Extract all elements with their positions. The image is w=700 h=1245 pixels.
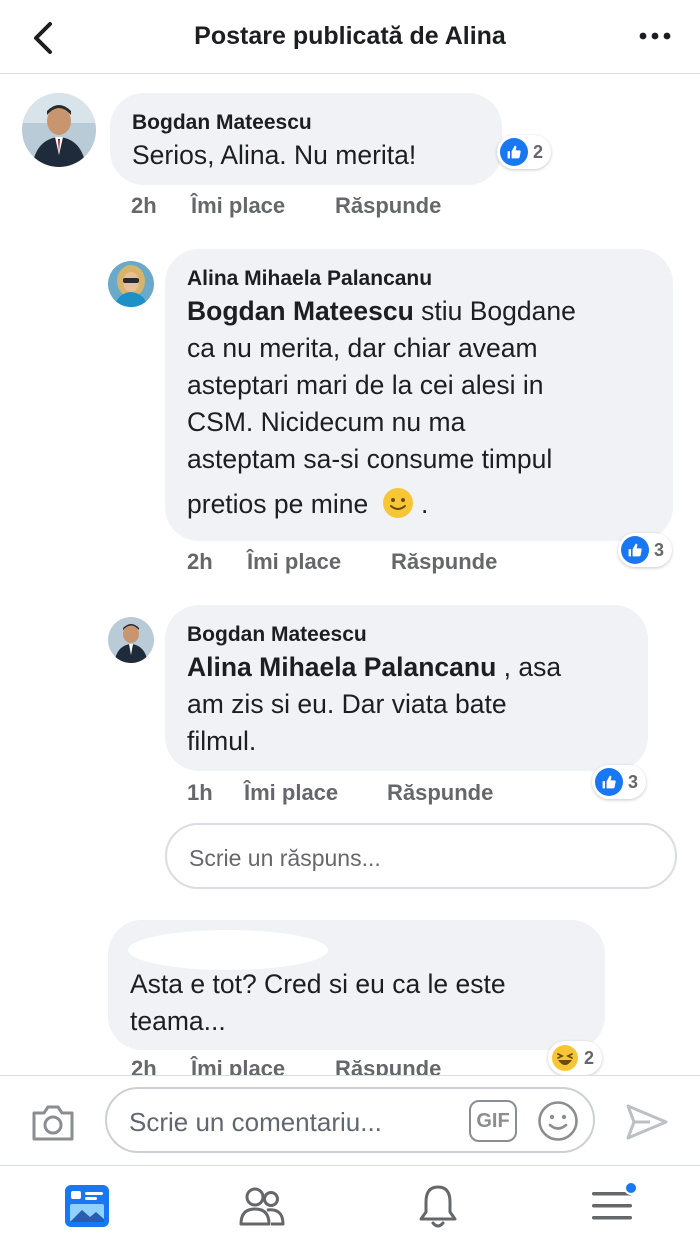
reaction-badge[interactable]: 3 — [618, 533, 673, 567]
reply-link[interactable]: Răspunde — [391, 549, 497, 575]
comment-actions: 2h Îmi place Răspunde — [131, 1056, 531, 1075]
comment-time: 1h — [187, 780, 213, 805]
reaction-count: 2 — [584, 1047, 595, 1068]
smile-emoji-icon — [382, 488, 413, 518]
like-link[interactable]: Îmi place — [191, 193, 285, 219]
reply-placeholder: Scrie un răspuns... — [189, 845, 381, 871]
comment-actions: 2h Îmi place Răspunde — [131, 193, 531, 223]
like-link[interactable]: Îmi place — [244, 780, 338, 806]
reaction-count: 2 — [533, 141, 544, 162]
comment-placeholder: Scrie un comentariu... — [129, 1107, 382, 1137]
like-link[interactable]: Îmi place — [247, 549, 341, 575]
comment-composer: Scrie un comentariu... GIF — [0, 1075, 700, 1165]
send-icon[interactable] — [624, 1102, 670, 1142]
redacted-author — [128, 930, 328, 970]
comment-bubble: Bogdan Mateescu Serios, Alina. Nu merita… — [110, 93, 502, 185]
comment-time: 2h — [187, 549, 213, 574]
top-bar: Postare publicată de Alina — [0, 0, 700, 74]
comments-feed[interactable]: Bogdan Mateescu Serios, Alina. Nu merita… — [0, 75, 700, 1075]
reply-link[interactable]: Răspunde — [335, 1056, 441, 1075]
emoji-icon[interactable] — [537, 1100, 579, 1142]
comment-bubble: Alina Mihaela Palancanu Bogdan Mateescu … — [165, 249, 673, 541]
comment-text: Asta e tot? Cred si eu ca le este teama.… — [130, 969, 506, 1036]
reaction-badge[interactable]: 3 — [592, 765, 647, 799]
comment-author[interactable]: Bogdan Mateescu — [132, 111, 312, 135]
mention-tag[interactable]: Bogdan Mateescu — [187, 296, 414, 326]
reaction-badge[interactable]: 2 — [548, 1041, 603, 1075]
more-dots-icon[interactable] — [638, 26, 672, 46]
page-title: Postare publicată de Alina — [194, 22, 506, 50]
comment-text: Bogdan Mateescu stiu Bogdane ca nu merit… — [187, 296, 576, 519]
news-feed-icon[interactable] — [62, 1182, 112, 1230]
comment-time: 2h — [131, 1056, 157, 1075]
bottom-navigation — [0, 1165, 700, 1245]
avatar[interactable] — [108, 261, 154, 307]
reply-link[interactable]: Răspunde — [335, 193, 441, 219]
gif-icon[interactable]: GIF — [469, 1100, 517, 1142]
comment-author[interactable]: Alina Mihaela Palancanu — [187, 267, 432, 291]
comment-actions: 1h Îmi place Răspunde — [187, 780, 587, 810]
comment-input[interactable]: Scrie un comentariu... GIF — [105, 1087, 595, 1153]
reaction-count: 3 — [654, 539, 665, 560]
comment-actions: 2h Îmi place Răspunde — [187, 549, 587, 579]
avatar[interactable] — [22, 93, 96, 167]
comment-text: Alina Mihaela Palancanu , asa am zis si … — [187, 652, 562, 756]
reply-link[interactable]: Răspunde — [387, 780, 493, 806]
notifications-bell-icon[interactable] — [413, 1182, 463, 1230]
friends-icon[interactable] — [237, 1182, 287, 1230]
comment-text: Serios, Alina. Nu merita! — [132, 140, 417, 170]
camera-icon[interactable] — [30, 1103, 76, 1143]
comment-bubble: Bogdan Mateescu Alina Mihaela Palancanu … — [165, 605, 648, 771]
haha-icon — [552, 1045, 578, 1071]
like-link[interactable]: Îmi place — [191, 1056, 285, 1075]
comment-bubble: Asta e tot? Cred si eu ca le este teama.… — [108, 920, 605, 1050]
comment-time: 2h — [131, 193, 157, 218]
reply-input[interactable]: Scrie un răspuns... — [165, 823, 677, 889]
avatar[interactable] — [108, 617, 154, 663]
reaction-badge[interactable]: 2 — [497, 135, 552, 169]
like-icon — [621, 536, 649, 564]
reaction-count: 3 — [628, 771, 639, 792]
like-icon — [595, 768, 623, 796]
like-icon — [500, 138, 528, 166]
comment-author[interactable]: Bogdan Mateescu — [187, 623, 367, 647]
mention-tag[interactable]: Alina Mihaela Palancanu — [187, 652, 496, 682]
menu-icon[interactable] — [588, 1182, 638, 1230]
